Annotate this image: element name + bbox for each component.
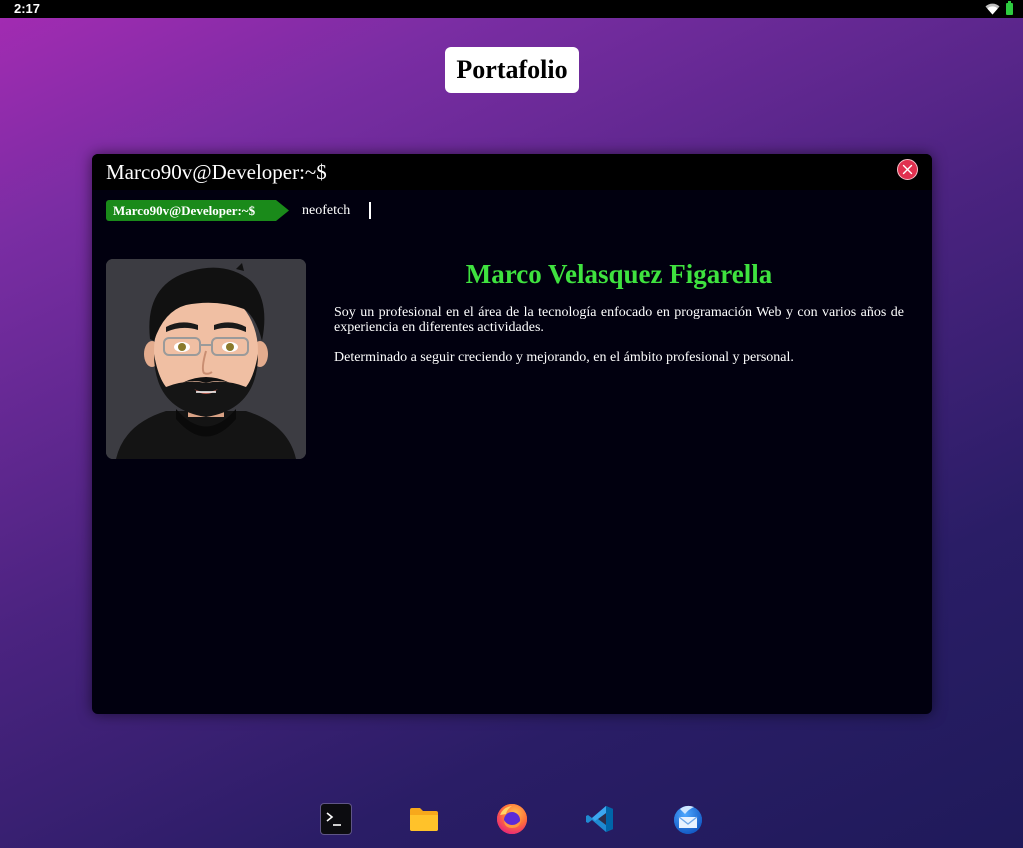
- profile-name: Marco Velasquez Figarella: [465, 259, 773, 289]
- dock-terminal-button[interactable]: [319, 803, 353, 835]
- close-button[interactable]: [897, 159, 918, 180]
- dock-files-button[interactable]: [407, 803, 441, 835]
- prompt-badge: Marco90v@Developer:~$: [106, 200, 289, 221]
- command-line[interactable]: Marco90v@Developer:~$ neofetch: [106, 200, 906, 221]
- close-icon: [902, 164, 913, 175]
- folder-icon: [410, 808, 438, 831]
- terminal-icon: [320, 803, 352, 835]
- bio-text: Soy un profesional en el área de la tecn…: [334, 305, 904, 380]
- avatar-image: [106, 259, 306, 459]
- status-time: 2:17: [14, 1, 41, 16]
- dock-vscode-button[interactable]: [583, 803, 617, 835]
- terminal-title: Marco90v@Developer:~$: [106, 160, 327, 184]
- text-cursor: [369, 202, 371, 219]
- terminal-window: Marco90v@Developer:~$ Marco90v@Developer…: [92, 154, 932, 714]
- wifi-icon: [985, 2, 1000, 15]
- avatar: [106, 259, 306, 459]
- vscode-icon: [586, 806, 613, 832]
- page-title: Portafolio: [445, 47, 579, 93]
- bio-paragraph: Soy un profesional en el área de la tecn…: [334, 305, 904, 335]
- terminal-header: Marco90v@Developer:~$: [92, 154, 932, 190]
- dock-firefox-button[interactable]: [495, 803, 529, 835]
- dock-thunderbird-button[interactable]: [671, 803, 705, 835]
- status-bar: 2:17: [0, 0, 1023, 18]
- battery-icon: [1006, 1, 1013, 15]
- command-input[interactable]: neofetch: [302, 202, 350, 219]
- firefox-icon: [497, 804, 527, 834]
- bio-paragraph: Determinado a seguir creciendo y mejoran…: [334, 350, 794, 365]
- thunderbird-icon: [674, 805, 702, 834]
